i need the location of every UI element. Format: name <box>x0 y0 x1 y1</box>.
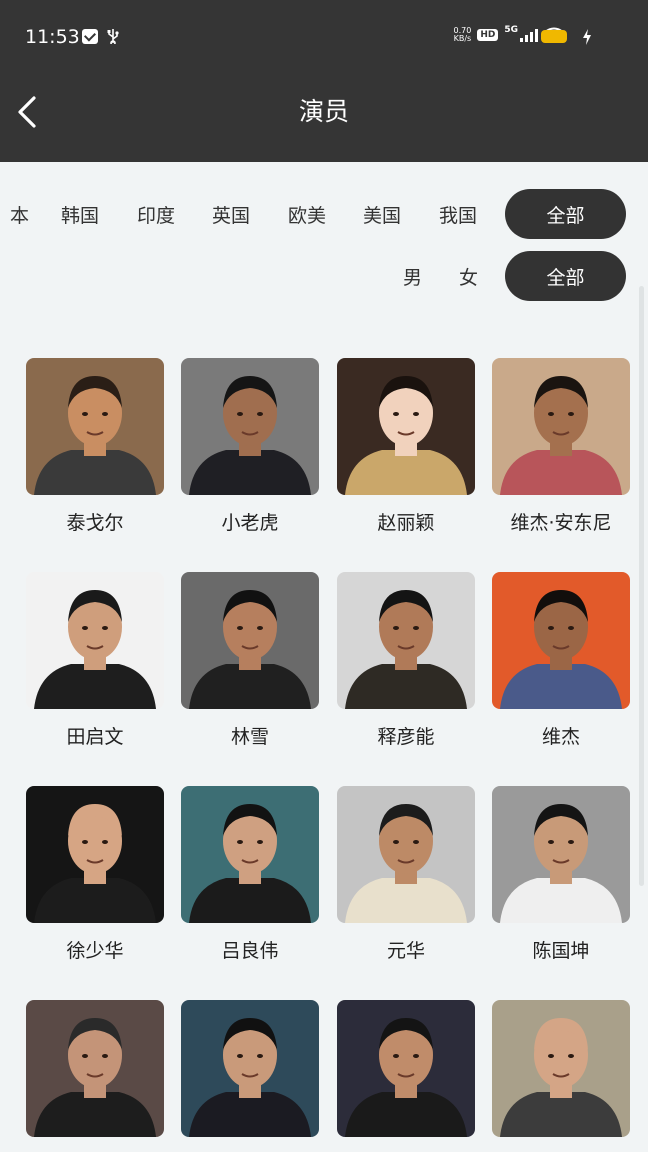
battery-icon <box>541 30 567 43</box>
actor-card[interactable]: 维杰 <box>492 572 630 749</box>
actor-photo[interactable] <box>181 786 319 923</box>
hd-badge: HD <box>477 29 499 41</box>
actor-card[interactable]: 田启文 <box>26 572 164 749</box>
actor-photo[interactable] <box>337 1000 475 1137</box>
scrollbar[interactable] <box>639 286 644 886</box>
actor-photo[interactable] <box>337 572 475 709</box>
filter-region-5[interactable]: 美国 <box>363 201 401 228</box>
actor-photo[interactable] <box>26 572 164 709</box>
actor-name: 陈国坤 <box>532 940 590 962</box>
actor-card[interactable] <box>337 1000 475 1150</box>
filter-region-1[interactable]: 韩国 <box>61 201 99 228</box>
actor-name: 维杰·安东尼 <box>510 512 612 534</box>
status-left-icons <box>82 28 120 44</box>
signal-icon <box>520 28 538 42</box>
actor-photo[interactable] <box>181 358 319 495</box>
actor-name: 元华 <box>386 940 425 962</box>
filter-region-6[interactable]: 我国 <box>439 201 477 228</box>
actor-card[interactable]: 泰戈尔 <box>26 358 164 535</box>
actor-name: 释彦能 <box>377 726 435 748</box>
actor-name: 赵丽颖 <box>377 512 435 534</box>
filter-region-2[interactable]: 印度 <box>137 201 175 228</box>
actor-photo[interactable] <box>337 358 475 495</box>
actor-card[interactable]: 徐少华 <box>26 786 164 963</box>
app-header: 11:53 0.70 KB/s HD 5G 演员 <box>0 0 648 162</box>
actor-card[interactable]: 陈国坤 <box>492 786 630 963</box>
charging-icon <box>583 29 591 45</box>
actor-card[interactable]: 小老虎 <box>181 358 319 535</box>
region-filter: 本 韩国 印度 英国 欧美 美国 我国 全部 <box>0 189 648 239</box>
filter-gender-female[interactable]: 女 <box>459 263 478 290</box>
actor-photo[interactable] <box>492 572 630 709</box>
actor-photo[interactable] <box>181 1000 319 1137</box>
actor-photo[interactable] <box>492 786 630 923</box>
actor-card[interactable]: 林雪 <box>181 572 319 749</box>
actor-card[interactable]: 释彦能 <box>337 572 475 749</box>
gender-filter: 男 女 全部 <box>0 251 648 301</box>
actor-name: 泰戈尔 <box>66 512 124 534</box>
usb-icon <box>107 29 119 44</box>
notification-icon <box>82 28 98 44</box>
actor-card[interactable] <box>492 1000 630 1150</box>
filter-region-4[interactable]: 欧美 <box>288 201 326 228</box>
actor-card[interactable]: 吕良伟 <box>181 786 319 963</box>
filter-region-3[interactable]: 英国 <box>212 201 250 228</box>
actor-photo[interactable] <box>337 786 475 923</box>
filter-gender-male[interactable]: 男 <box>403 263 422 290</box>
page-title: 演员 <box>298 97 349 126</box>
actor-name: 田启文 <box>66 726 124 748</box>
actor-photo[interactable] <box>492 1000 630 1137</box>
actor-photo[interactable] <box>26 786 164 923</box>
status-time: 11:53 <box>25 26 80 48</box>
actor-card[interactable]: 维杰·安东尼 <box>492 358 630 535</box>
actor-photo[interactable] <box>26 1000 164 1137</box>
actor-card[interactable] <box>181 1000 319 1150</box>
actor-name: 小老虎 <box>221 512 279 534</box>
actor-card[interactable]: 元华 <box>337 786 475 963</box>
actor-card[interactable] <box>26 1000 164 1150</box>
network-type: 5G <box>504 25 518 35</box>
actor-name: 林雪 <box>230 726 269 748</box>
actor-card[interactable]: 赵丽颖 <box>337 358 475 535</box>
region-all-button[interactable]: 全部 <box>505 189 626 239</box>
actor-photo[interactable] <box>492 358 630 495</box>
actor-photo[interactable] <box>181 572 319 709</box>
filter-region-0[interactable]: 本 <box>10 201 29 228</box>
network-speed: 0.70 KB/s <box>453 26 472 43</box>
gender-all-button[interactable]: 全部 <box>505 251 626 301</box>
actor-name: 维杰 <box>541 726 580 748</box>
actor-photo[interactable] <box>26 358 164 495</box>
actor-name: 吕良伟 <box>221 940 279 962</box>
actor-name: 徐少华 <box>66 940 124 962</box>
